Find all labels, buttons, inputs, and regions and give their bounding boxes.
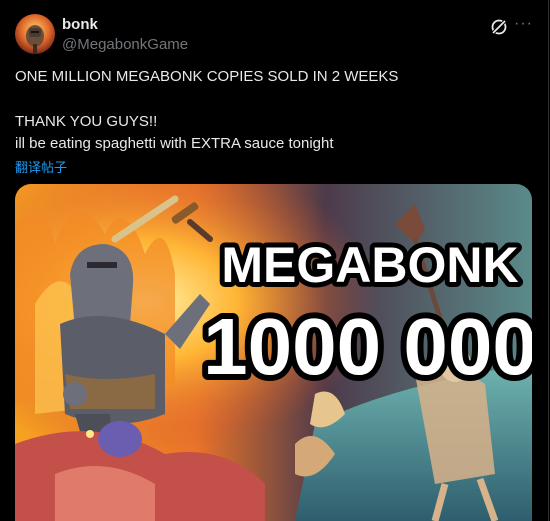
translate-post-link[interactable]: 翻译帖子 — [15, 157, 67, 176]
author-avatar[interactable] — [15, 14, 55, 54]
post-media-image[interactable]: MEGABONK MEGABONK 1000 000 1000 000 — [15, 184, 532, 521]
author-name[interactable]: bonk — [62, 16, 98, 33]
post-text-line-2: THANK YOU GUYS!! — [15, 113, 158, 130]
media-count: 1000 000 — [203, 302, 532, 391]
more-icon[interactable]: ··· — [514, 15, 536, 35]
grok-icon[interactable] — [489, 17, 509, 37]
post-text-line-1: ONE MILLION MEGABONK COPIES SOLD IN 2 WE… — [15, 68, 399, 85]
author-handle[interactable]: @MegabonkGame — [62, 36, 188, 53]
post: bonk @MegabonkGame ··· ONE MILLION MEGAB… — [0, 0, 549, 521]
media-artwork: MEGABONK MEGABONK 1000 000 1000 000 — [15, 184, 532, 521]
avatar-image — [15, 14, 55, 54]
post-text-line-3: ill be eating spaghetti with EXTRA sauce… — [15, 135, 334, 152]
media-title: MEGABONK — [221, 237, 518, 293]
